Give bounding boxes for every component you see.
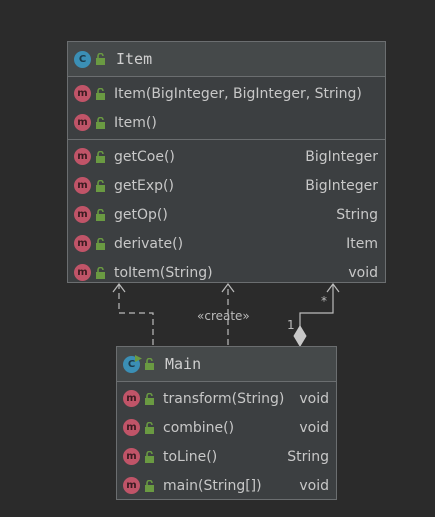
static-method-icon: m: [123, 477, 140, 494]
main-methods-section: m transform(String) void m combine() voi…: [117, 382, 336, 502]
lock-icon: [96, 208, 105, 221]
create-label: «create»: [197, 309, 250, 323]
item-methods-section: m getCoe() BigInteger m getExp() BigInte…: [68, 140, 385, 289]
composition-diamond: [293, 325, 307, 347]
multiplicity-target: *: [321, 294, 327, 308]
member-name: combine(): [163, 419, 235, 436]
member-type: void: [299, 390, 329, 407]
member-type: String: [336, 206, 378, 223]
method-row[interactable]: m getExp() BigInteger: [68, 171, 385, 200]
lock-icon: [96, 116, 105, 129]
member-type: void: [299, 419, 329, 436]
item-class-header[interactable]: C Item: [68, 42, 385, 77]
dependency-line-1: [118, 285, 154, 345]
composition-line: [299, 285, 334, 333]
multiplicity-source: 1: [287, 318, 295, 332]
member-type: void: [348, 264, 378, 281]
lock-icon: [96, 266, 105, 279]
member-name: transform(String): [163, 390, 285, 407]
method-row[interactable]: m main(String[]) void: [117, 471, 336, 500]
constructor-row[interactable]: m Item(): [68, 108, 385, 137]
method-icon: m: [74, 177, 91, 194]
constructor-row[interactable]: m Item(BigInteger, BigInteger, String): [68, 79, 385, 108]
method-icon: m: [123, 448, 140, 465]
method-row[interactable]: m toItem(String) void: [68, 258, 385, 287]
run-marker-icon: [135, 354, 142, 362]
method-icon: m: [74, 148, 91, 165]
member-type: BigInteger: [305, 148, 378, 165]
method-row[interactable]: m derivate() Item: [68, 229, 385, 258]
lock-icon: [96, 53, 105, 65]
method-icon: m: [74, 85, 91, 102]
member-name: getCoe(): [114, 148, 175, 165]
method-row[interactable]: m combine() void: [117, 413, 336, 442]
member-type: Item: [346, 235, 378, 252]
member-name: Item(BigInteger, BigInteger, String): [114, 85, 362, 102]
member-type: void: [299, 477, 329, 494]
lock-icon: [145, 392, 154, 405]
main-class-header[interactable]: C Main: [117, 347, 336, 382]
class-icon: C: [74, 50, 91, 68]
method-icon: m: [74, 206, 91, 223]
method-row[interactable]: m toLine() String: [117, 442, 336, 471]
lock-icon: [145, 479, 154, 492]
item-class-box[interactable]: C Item m Item(BigInteger, BigInteger, St…: [67, 41, 386, 283]
method-icon: m: [74, 114, 91, 131]
lock-icon: [145, 358, 154, 370]
method-icon: m: [123, 419, 140, 436]
member-type: BigInteger: [305, 177, 378, 194]
item-constructors-section: m Item(BigInteger, BigInteger, String) m…: [68, 77, 385, 140]
method-icon: m: [123, 390, 140, 407]
method-row[interactable]: m getCoe() BigInteger: [68, 142, 385, 171]
lock-icon: [96, 87, 105, 100]
member-name: getOp(): [114, 206, 168, 223]
member-name: Item(): [114, 114, 157, 131]
lock-icon: [145, 421, 154, 434]
method-icon: m: [74, 235, 91, 252]
lock-icon: [96, 237, 105, 250]
member-name: getExp(): [114, 177, 174, 194]
member-name: toItem(String): [114, 264, 213, 281]
item-class-title: Item: [116, 50, 153, 68]
runnable-class-icon: C: [123, 354, 142, 373]
lock-icon: [96, 179, 105, 192]
method-row[interactable]: m getOp() String: [68, 200, 385, 229]
member-name: derivate(): [114, 235, 184, 252]
method-row[interactable]: m transform(String) void: [117, 384, 336, 413]
lock-icon: [96, 150, 105, 163]
member-type: String: [287, 448, 329, 465]
main-class-title: Main: [165, 355, 202, 373]
member-name: main(String[]): [163, 477, 262, 494]
main-class-box[interactable]: C Main m transform(String) void m combin…: [116, 346, 337, 500]
method-icon: m: [74, 264, 91, 281]
lock-icon: [145, 450, 154, 463]
member-name: toLine(): [163, 448, 218, 465]
